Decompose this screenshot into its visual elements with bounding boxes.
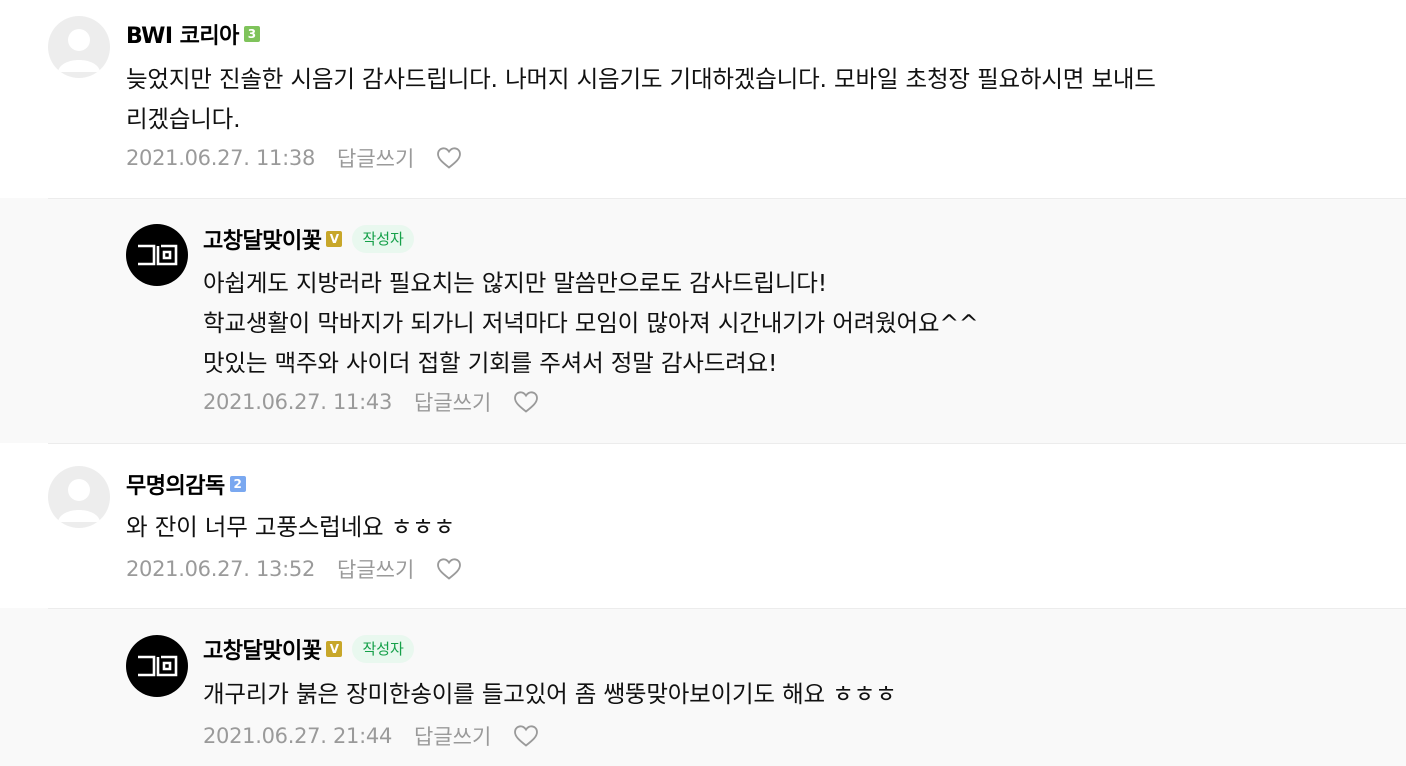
comment-date: 2021.06.27. 11:38 bbox=[126, 146, 316, 170]
author-badge: 작성자 bbox=[352, 635, 414, 663]
level-badge: 3 bbox=[243, 26, 260, 42]
comment-item: BWI 코리아 3 늦었지만 진솔한 시음기 감사드립니다. 나머지 시음기도 … bbox=[0, 0, 1406, 198]
nickname[interactable]: BWI 코리아 bbox=[126, 18, 239, 50]
nickname[interactable]: 고창달맞이꽃 bbox=[203, 633, 322, 665]
avatar[interactable] bbox=[48, 466, 110, 528]
author-badge: 작성자 bbox=[352, 225, 414, 253]
comment-text: 늦었지만 진솔한 시음기 감사드립니다. 나머지 시음기도 기대하겠습니다. 모… bbox=[126, 59, 1156, 139]
nickname[interactable]: 무명의감독 bbox=[126, 468, 225, 500]
divider bbox=[48, 608, 1406, 609]
reply-button[interactable]: 답글쓰기 bbox=[414, 721, 491, 751]
comment-meta: 2021.06.27. 11:38 답글쓰기 bbox=[126, 144, 462, 172]
nickname[interactable]: 고창달맞이꽃 bbox=[203, 223, 322, 255]
comment-date: 2021.06.27. 13:52 bbox=[126, 557, 316, 581]
comment-line: 아쉽게도 지방러라 필요치는 않지만 말씀만으로도 감사드립니다! bbox=[203, 269, 827, 297]
comment-line: 개구리가 붉은 장미한송이를 들고있어 좀 쌩뚱맞아보이기도 해요 ㅎㅎㅎ bbox=[203, 680, 897, 708]
heart-outline-icon[interactable] bbox=[436, 146, 462, 170]
level-badge: V bbox=[326, 641, 343, 657]
comment-meta: 2021.06.27. 11:43 답글쓰기 bbox=[203, 388, 539, 416]
comment-line: 늦었지만 진솔한 시음기 감사드립니다. 나머지 시음기도 기대하겠습니다. 모… bbox=[126, 65, 1156, 93]
gd-logo bbox=[138, 655, 178, 677]
avatar[interactable] bbox=[126, 224, 188, 286]
level-badge: V bbox=[326, 231, 343, 247]
reply-button[interactable]: 답글쓰기 bbox=[337, 554, 414, 584]
comment-line: 학교생활이 막바지가 되가니 저녁마다 모임이 많아져 시간내기가 어려웠어요^… bbox=[203, 309, 979, 337]
comment-text: 아쉽게도 지방러라 필요치는 않지만 말씀만으로도 감사드립니다! 학교생활이 … bbox=[203, 263, 979, 383]
comment-meta: 2021.06.27. 13:52 답글쓰기 bbox=[126, 555, 462, 583]
comment-item: 무명의감독 2 와 잔이 너무 고풍스럽네요 ㅎㅎㅎ 2021.06.27. 1… bbox=[0, 443, 1406, 608]
comment-text: 개구리가 붉은 장미한송이를 들고있어 좀 쌩뚱맞아보이기도 해요 ㅎㅎㅎ bbox=[203, 674, 897, 714]
comment-date: 2021.06.27. 21:44 bbox=[203, 724, 393, 748]
divider bbox=[48, 443, 1406, 444]
comment-author: 고창달맞이꽃 V 작성자 bbox=[203, 223, 414, 255]
comment-text: 와 잔이 너무 고풍스럽네요 ㅎㅎㅎ bbox=[126, 507, 455, 547]
reply-item: 고창달맞이꽃 V 작성자 아쉽게도 지방러라 필요치는 않지만 말씀만으로도 감… bbox=[0, 198, 1406, 443]
comment-author: BWI 코리아 3 bbox=[126, 18, 260, 50]
person-silhouette-icon bbox=[58, 479, 100, 522]
gd-logo bbox=[138, 244, 178, 266]
avatar[interactable] bbox=[126, 635, 188, 697]
comment-line: 맛있는 맥주와 사이더 접할 기회를 주셔서 정말 감사드려요! bbox=[203, 349, 778, 377]
reply-item: 고창달맞이꽃 V 작성자 개구리가 붉은 장미한송이를 들고있어 좀 쌩뚱맞아보… bbox=[0, 608, 1406, 766]
heart-outline-icon[interactable] bbox=[513, 724, 539, 748]
comment-meta: 2021.06.27. 21:44 답글쓰기 bbox=[203, 722, 539, 750]
heart-outline-icon[interactable] bbox=[513, 390, 539, 414]
comment-date: 2021.06.27. 11:43 bbox=[203, 390, 393, 414]
comment-author: 무명의감독 2 bbox=[126, 468, 246, 500]
reply-button[interactable]: 답글쓰기 bbox=[337, 143, 414, 173]
comment-line: 리겠습니다. bbox=[126, 105, 241, 133]
avatar[interactable] bbox=[48, 16, 110, 78]
level-badge: 2 bbox=[229, 476, 246, 492]
reply-button[interactable]: 답글쓰기 bbox=[414, 387, 491, 417]
comment-author: 고창달맞이꽃 V 작성자 bbox=[203, 633, 414, 665]
comment-line: 와 잔이 너무 고풍스럽네요 ㅎㅎㅎ bbox=[126, 513, 455, 541]
heart-outline-icon[interactable] bbox=[436, 557, 462, 581]
person-silhouette-icon bbox=[58, 29, 100, 72]
divider bbox=[48, 198, 1406, 199]
